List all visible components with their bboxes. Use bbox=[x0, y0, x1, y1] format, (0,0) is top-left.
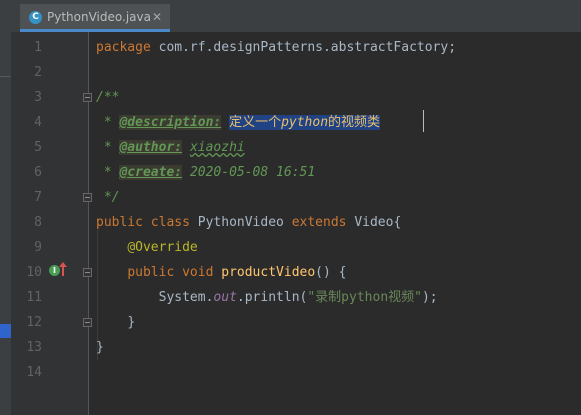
selected-text: 定义一个python的视频类 bbox=[229, 115, 381, 130]
fold-toggle-icon[interactable] bbox=[83, 268, 92, 277]
line-number: 6 bbox=[34, 165, 42, 180]
keyword: public bbox=[127, 265, 175, 280]
code-line-7[interactable]: */ bbox=[96, 185, 120, 210]
doc-tag-author: @author: bbox=[119, 140, 183, 155]
code-line-3[interactable]: /** bbox=[96, 85, 119, 110]
line-number: 4 bbox=[34, 115, 42, 130]
line-number: 14 bbox=[26, 365, 42, 380]
close-icon[interactable]: ✕ bbox=[152, 9, 162, 25]
tab-pythonvideo-java[interactable]: C PythonVideo.java ✕ bbox=[20, 4, 170, 32]
keyword: package bbox=[96, 40, 151, 55]
code-line-8[interactable]: public class PythonVideo extends Video{ bbox=[96, 210, 401, 235]
doc-tag-create: @create: bbox=[119, 165, 183, 180]
class-name: PythonVideo bbox=[197, 215, 284, 230]
line-number: 13 bbox=[26, 340, 42, 355]
closing-brace: } bbox=[96, 340, 104, 355]
java-class-icon: C bbox=[29, 11, 42, 24]
selected-text-part: 的视频类 bbox=[328, 115, 381, 130]
code-line-4[interactable]: * @description: 定义一个python的视频类 bbox=[96, 110, 381, 135]
code-line-1[interactable]: package com.rf.designPatterns.abstractFa… bbox=[96, 35, 456, 60]
doc-comment-close: */ bbox=[96, 190, 120, 205]
strip-divider bbox=[0, 76, 11, 77]
code-line-12[interactable]: } bbox=[96, 310, 135, 335]
editor-tab-bar: C PythonVideo.java ✕ bbox=[0, 0, 581, 32]
string-literal: "录制python视频" bbox=[307, 290, 422, 305]
keyword: extends bbox=[291, 215, 347, 230]
line-number: 3 bbox=[34, 90, 42, 105]
annotation: @Override bbox=[127, 240, 198, 255]
println-call: .println( bbox=[236, 290, 308, 305]
static-field: out bbox=[213, 290, 237, 305]
doc-star: * bbox=[96, 115, 120, 130]
selected-text-part: 定义一个 bbox=[229, 115, 282, 130]
doc-author-value: xiaozhi bbox=[189, 140, 245, 155]
tool-window-strip bbox=[0, 32, 11, 415]
code-line-11[interactable]: System.out.println("录制python视频"); bbox=[96, 285, 438, 310]
package-name: com.rf.designPatterns.abstractFactory; bbox=[150, 40, 457, 55]
line-number: 7 bbox=[34, 190, 42, 205]
doc-create-value: 2020-05-08 16:51 bbox=[189, 165, 316, 180]
method-name: productVideo bbox=[221, 265, 316, 280]
method-params: () { bbox=[315, 265, 347, 280]
tab-bar-left-spacer bbox=[0, 0, 20, 32]
fold-toggle-icon[interactable] bbox=[83, 193, 92, 202]
line-number: 9 bbox=[34, 240, 42, 255]
line-number: 10 bbox=[26, 265, 42, 280]
code-line-9[interactable]: @Override bbox=[96, 235, 198, 260]
line-number: 5 bbox=[34, 140, 42, 155]
text-caret bbox=[423, 110, 424, 132]
system-ref: System. bbox=[158, 290, 214, 305]
line-number: 12 bbox=[26, 315, 42, 330]
doc-star: * bbox=[96, 165, 120, 180]
selected-text-part: python bbox=[281, 115, 329, 130]
doc-tag-description: @description: bbox=[119, 115, 222, 130]
code-line-10[interactable]: public void productVideo() { bbox=[96, 260, 346, 285]
code-line-13[interactable]: } bbox=[96, 335, 104, 360]
code-line-6[interactable]: * @create: 2020-05-08 16:51 bbox=[96, 160, 315, 185]
doc-comment-open: /** bbox=[96, 90, 120, 105]
fold-toggle-icon[interactable] bbox=[83, 318, 92, 327]
closing-brace: } bbox=[127, 315, 136, 330]
line-number: 2 bbox=[34, 65, 42, 80]
fold-toggle-icon[interactable] bbox=[83, 93, 92, 102]
code-line-5[interactable]: * @author: xiaozhi bbox=[96, 135, 245, 160]
gutter-divider bbox=[88, 32, 89, 415]
strip-selection-marker[interactable] bbox=[0, 324, 11, 338]
doc-star: * bbox=[96, 140, 120, 155]
line-number: 1 bbox=[34, 40, 42, 55]
line-number: 11 bbox=[26, 290, 42, 305]
keyword: class bbox=[150, 215, 190, 230]
parent-class: Video{ bbox=[354, 215, 402, 230]
tab-label: PythonVideo.java bbox=[47, 10, 151, 24]
keyword: void bbox=[182, 265, 214, 280]
arrow-up-icon[interactable] bbox=[59, 262, 67, 276]
keyword: public bbox=[96, 215, 143, 230]
line-number: 8 bbox=[34, 215, 42, 230]
statement-end: ); bbox=[421, 290, 438, 305]
